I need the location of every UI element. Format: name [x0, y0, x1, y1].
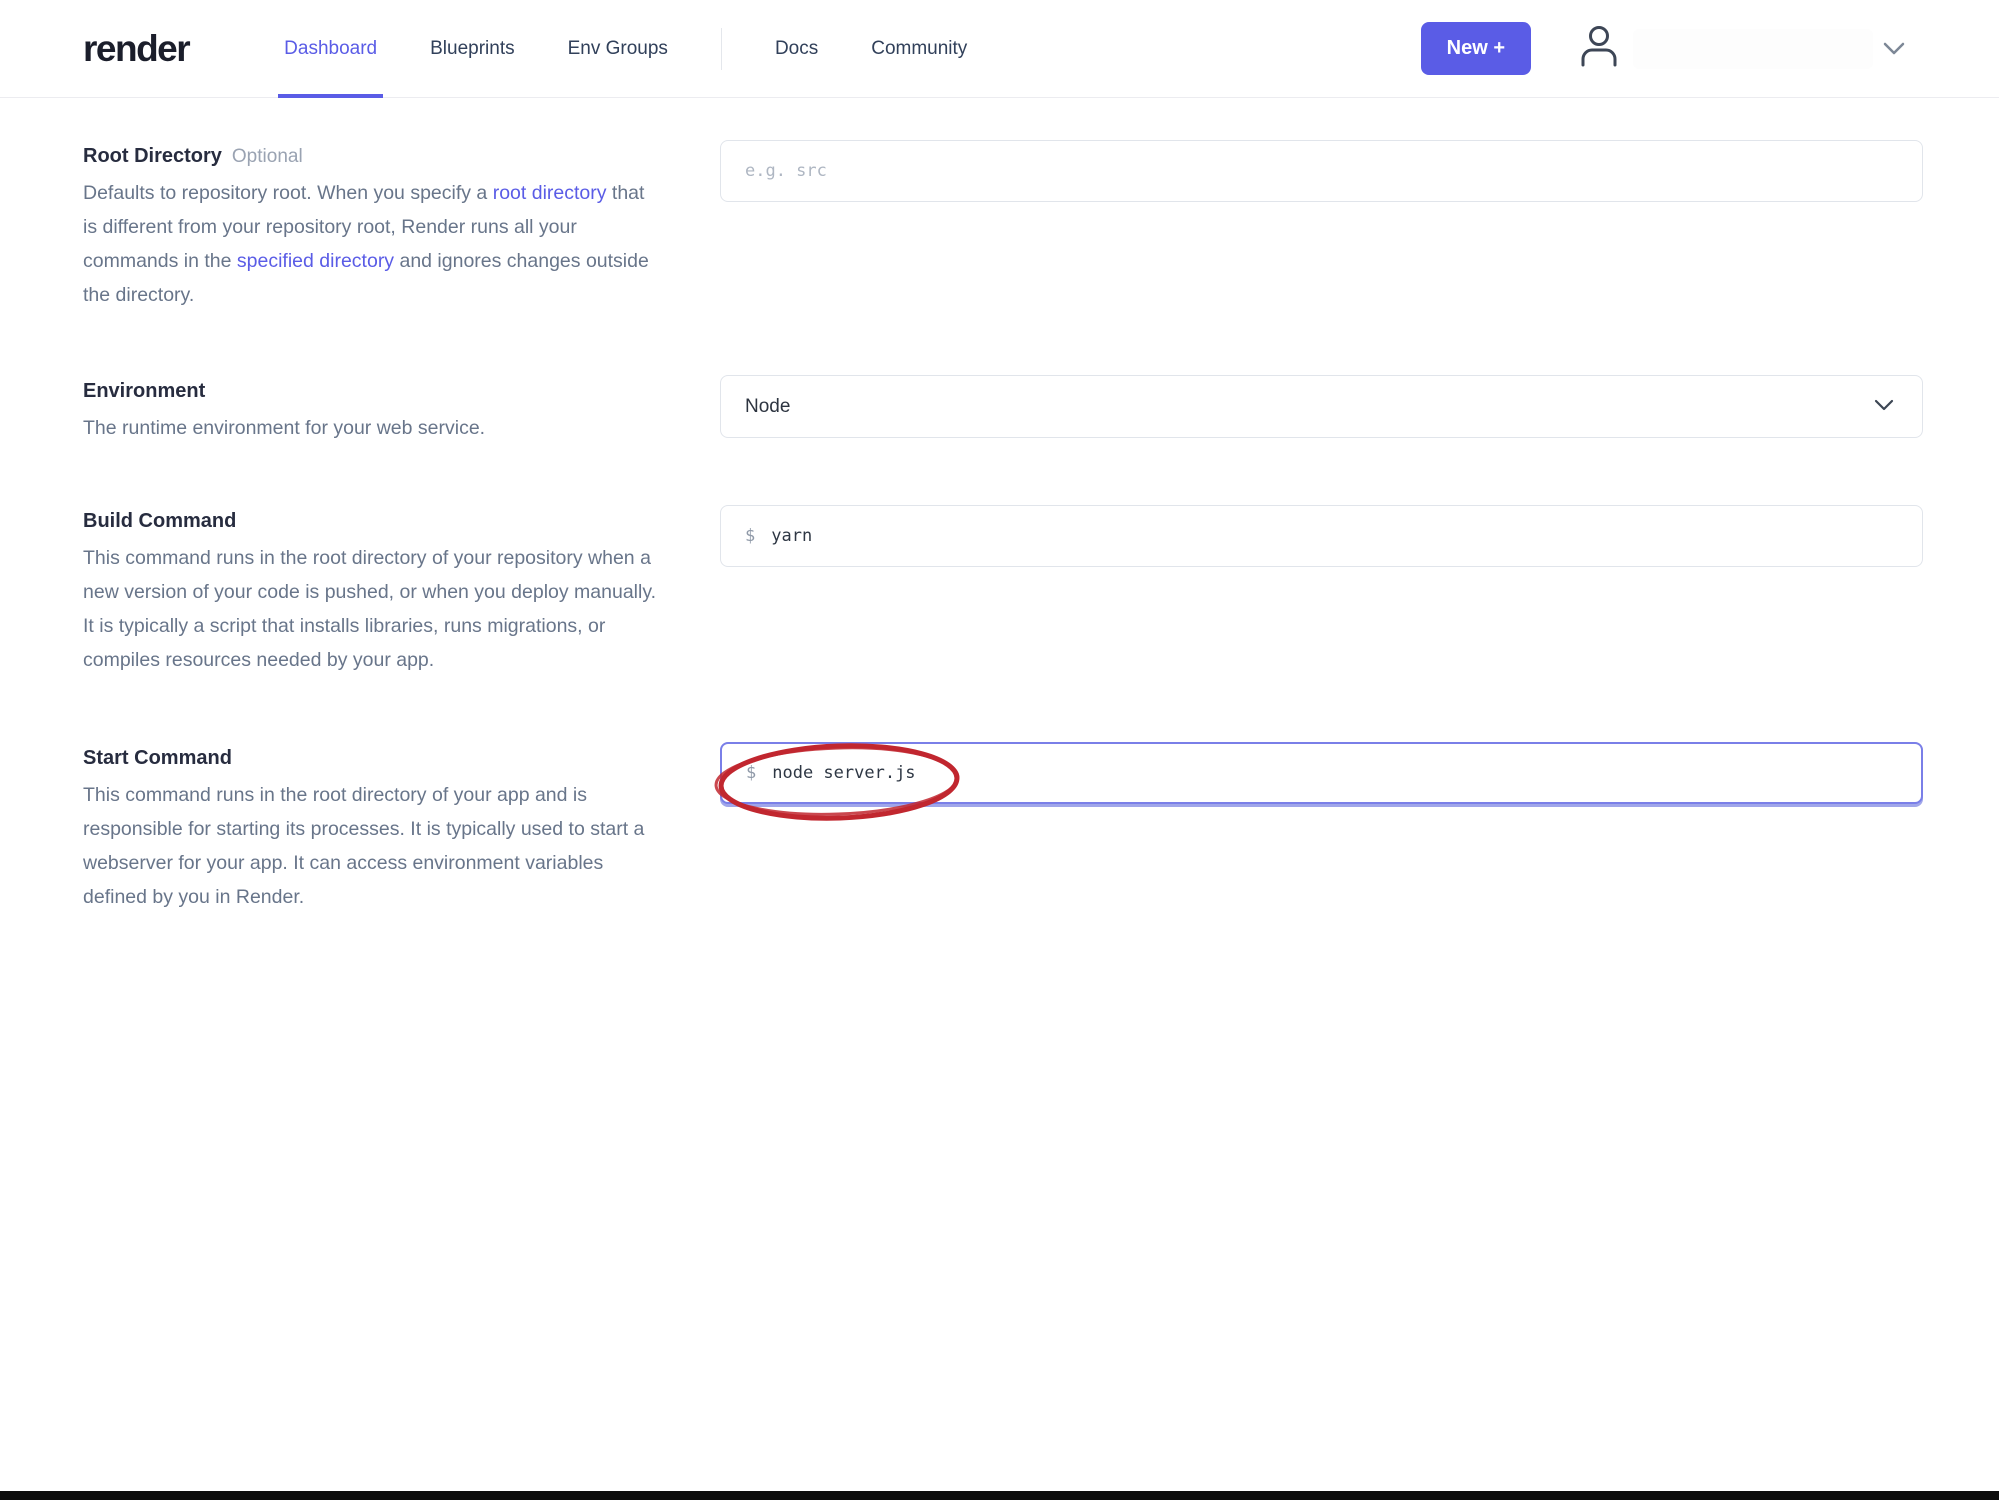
top-navigation-bar: render Dashboard Blueprints Env Groups D…	[0, 0, 1999, 98]
shell-prompt-glyph: $	[745, 526, 756, 546]
start-command-label: Start Command	[83, 747, 232, 769]
root-directory-label: Root Directory Optional	[83, 145, 663, 168]
nav-item-dashboard[interactable]: Dashboard	[278, 0, 384, 98]
bottom-edge-bar	[0, 1491, 1999, 1500]
start-command-description: This command runs in the root directory …	[83, 784, 645, 908]
build-command-description: This command runs in the root directory …	[83, 547, 657, 671]
root-directory-input[interactable]	[720, 140, 1923, 202]
inline-link[interactable]: root directory	[493, 182, 607, 204]
user-person-icon	[1579, 23, 1619, 74]
optional-badge: Optional	[231, 146, 303, 167]
render-logo[interactable]: render	[83, 28, 191, 70]
account-name-blurred	[1633, 28, 1873, 69]
nav-item-docs[interactable]: Docs	[775, 0, 818, 97]
environment-field: Node	[720, 375, 1923, 438]
root-directory-description: Defaults to repository root. When you sp…	[83, 176, 663, 312]
environment-select[interactable]: Node	[720, 375, 1923, 438]
inline-link[interactable]: specified directory	[237, 250, 394, 272]
start-command-input-box: $	[714, 742, 1923, 821]
start-command-field: $	[714, 742, 1923, 821]
environment-description: The runtime environment for your web ser…	[83, 417, 486, 439]
environment-label: Environment	[83, 380, 206, 402]
nav-item-env-groups[interactable]: Env Groups	[568, 0, 668, 97]
shell-prompt-glyph: $	[746, 763, 757, 783]
start-command-row: Start Command This command runs in the r…	[83, 742, 1999, 914]
start-command-input[interactable]	[772, 744, 1897, 802]
build-command-input[interactable]	[771, 506, 1898, 566]
build-command-info: Build Command This command runs in the r…	[83, 505, 663, 677]
start-command-info: Start Command This command runs in the r…	[83, 742, 663, 914]
environment-row: Environment The runtime environment for …	[83, 375, 1999, 445]
nav-divider	[720, 27, 722, 70]
build-command-field: $	[720, 505, 1923, 567]
description-text: Defaults to repository root. When you sp…	[83, 182, 493, 204]
service-settings-form: Root Directory Optional Defaults to repos…	[0, 98, 1999, 914]
account-menu[interactable]	[1579, 23, 1619, 74]
root-directory-label-text: Root Directory	[83, 145, 222, 167]
root-directory-info: Root Directory Optional Defaults to repos…	[83, 140, 663, 312]
nav-item-blueprints[interactable]: Blueprints	[430, 0, 515, 97]
build-command-row: Build Command This command runs in the r…	[83, 505, 1999, 677]
primary-nav: Dashboard Blueprints Env Groups Docs Com…	[278, 0, 967, 98]
select-chevron-down-icon	[1874, 398, 1894, 416]
environment-selected-value: Node	[745, 395, 791, 417]
root-directory-row: Root Directory Optional Defaults to repos…	[83, 140, 1999, 312]
environment-info: Environment The runtime environment for …	[83, 375, 663, 445]
root-directory-field	[720, 140, 1923, 202]
account-chevron-down-icon[interactable]	[1883, 42, 1905, 55]
build-command-input-box: $	[720, 505, 1923, 567]
new-button[interactable]: New +	[1420, 22, 1531, 75]
nav-item-community[interactable]: Community	[871, 0, 967, 97]
build-command-label: Build Command	[83, 510, 237, 532]
